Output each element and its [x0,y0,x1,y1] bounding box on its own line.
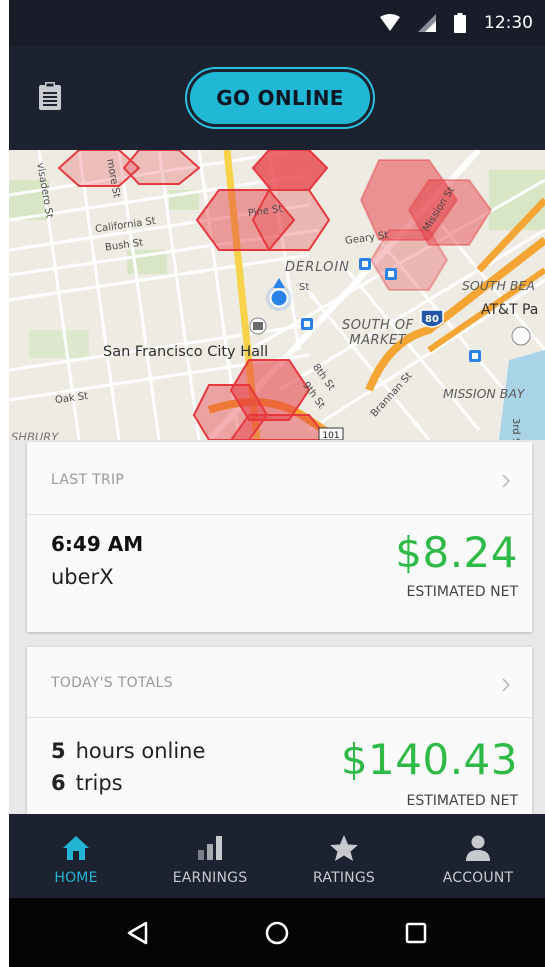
last-trip-type: uberX [51,565,114,589]
hours-online-stat: 5 hours online [51,739,205,763]
recents-icon [405,922,426,943]
interstate-80-label: 80 [425,314,439,325]
trips-value: 6 [51,771,66,795]
trips-stat: 6 trips [51,771,123,795]
todays-totals-amount: $140.43 [340,735,518,784]
star-icon [330,835,358,861]
last-trip-time: 6:49 AM [51,532,144,556]
map-label-city-hall: San Francisco City Hall [103,344,269,360]
map-label-south-beach: SOUTH BEA [462,278,535,293]
map-label-3rd-st: 3rd S [510,418,521,440]
hours-online-value: 5 [51,739,66,763]
nav-label-earnings: EARNINGS [172,870,248,886]
trips-label: trips [75,771,123,795]
chevron-right-icon[interactable] [502,678,510,692]
wifi-icon [380,14,400,31]
todays-totals-card[interactable]: TODAY'S TOTALS 5 hours online 6 trips $140… [27,647,532,814]
back-button[interactable] [108,903,168,963]
map-label-south-of-market: SOUTH OF MARKET [342,318,414,348]
nav-label-ratings: RATINGS [313,870,375,886]
map-label-att-park: AT&T Pa [481,302,539,318]
signal-icon [418,14,436,32]
bottom-navigation: HOME EARNINGS RATINGS ACCOUNT [9,814,545,898]
top-app-bar: GO ONLINE [9,46,545,150]
last-trip-amount-caption: ESTIMATED NET [406,584,518,600]
go-online-button[interactable]: GO ONLINE [185,67,375,129]
person-icon [466,835,490,861]
map-label-st: St [299,282,310,293]
todays-totals-header: TODAY'S TOTALS [51,675,173,691]
chevron-right-icon[interactable] [502,474,510,488]
home-circle-icon [265,921,289,944]
nav-label-account: ACCOUNT [442,870,514,886]
nav-tab-ratings[interactable]: RATINGS [277,814,411,898]
status-time: 12:30 [484,13,533,33]
todays-totals-amount-caption: ESTIMATED NET [406,793,518,809]
highway-101-label: 101 [322,431,339,440]
recents-button[interactable] [386,903,446,963]
last-trip-header: LAST TRIP [51,472,125,488]
summary-content[interactable]: LAST TRIP 6:49 AM uberX $8.24 ESTIMATED … [9,440,545,814]
map-label-haight-ashbury: SHBURY [11,430,59,440]
last-trip-card[interactable]: LAST TRIP 6:49 AM uberX $8.24 ESTIMATED … [27,442,532,632]
nav-label-home: HOME [54,870,98,886]
map-view[interactable]: 80 101 San Francisco City Hall Californi… [9,150,545,440]
home-button[interactable] [247,903,307,963]
home-icon [63,836,89,860]
last-trip-amount: $8.24 [395,528,518,577]
battery-icon [454,13,466,33]
divider [27,717,532,718]
hours-online-label: hours online [75,739,206,763]
nav-tab-home[interactable]: HOME [9,814,143,898]
status-bar: 12:30 [9,0,545,46]
clipboard-icon[interactable] [39,82,61,114]
divider [27,514,532,515]
map-label-mission-bay: MISSION BAY [443,386,525,401]
system-navigation-bar [9,898,545,967]
nav-tab-earnings[interactable]: EARNINGS [143,814,277,898]
bar-chart-icon [198,836,222,860]
go-online-label: GO ONLINE [190,72,370,124]
map-label-tenderloin: DERLOIN [285,260,350,275]
back-icon [128,921,148,944]
nav-tab-account[interactable]: ACCOUNT [411,814,545,898]
